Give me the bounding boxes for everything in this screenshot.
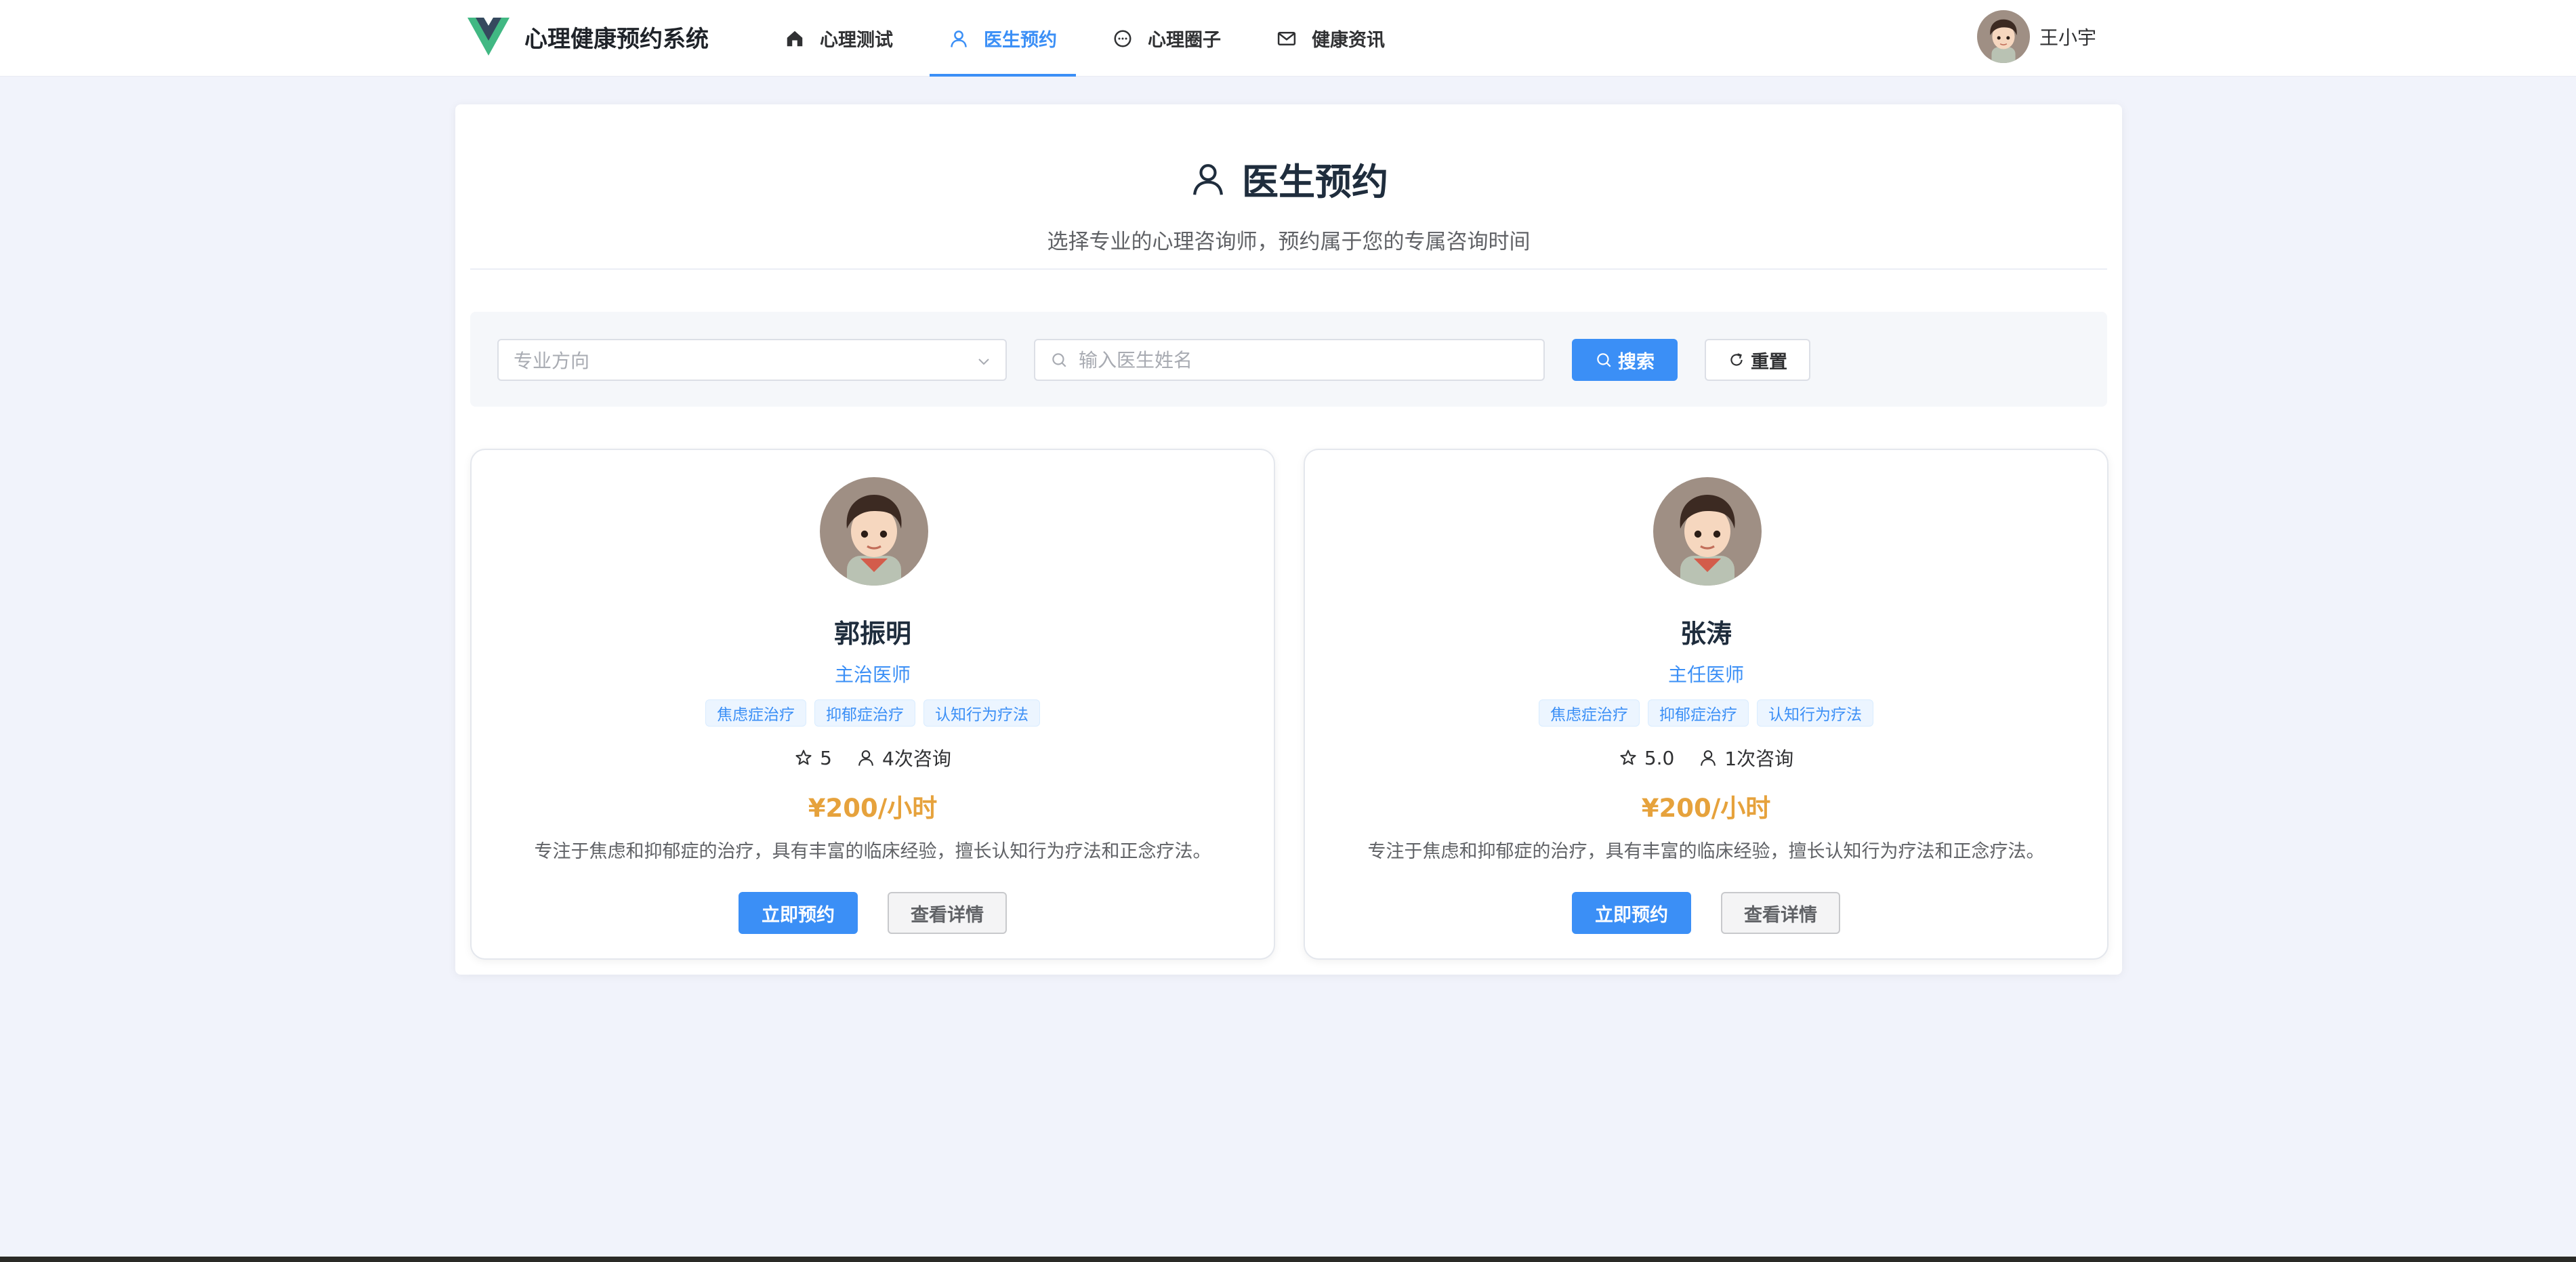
doctor-title: 主治医师 [834, 664, 911, 686]
rating-value: 5 [820, 746, 832, 769]
card-actions: 立即预约 查看详情 [1305, 892, 2107, 934]
doctor-description: 专注于焦虑和抑郁症的治疗，具有丰富的临床经验，擅长认知行为疗法和正念疗法。 [534, 841, 1211, 862]
user-icon [1701, 750, 1716, 766]
doctor-price: ¥200/小时 [808, 794, 938, 823]
view-details-button[interactable]: 查看详情 [1721, 892, 1840, 934]
doctor-name: 郭振明 [833, 619, 911, 649]
specialty-tags: 焦虑症治疗 抑郁症治疗 认知行为疗法 [472, 699, 1274, 727]
specialty-tag: 抑郁症治疗 [1648, 699, 1749, 727]
doctor-name: 张涛 [1680, 619, 1732, 649]
specialty-tags: 焦虑症治疗 抑郁症治疗 认知行为疗法 [1305, 699, 2107, 727]
doctor-avatar [1653, 477, 1762, 586]
nav-item-community[interactable]: 心理圈子 [1094, 0, 1240, 77]
user-name: 王小宇 [2039, 26, 2097, 49]
search-button-label: 搜索 [1618, 351, 1655, 373]
page-subtitle: 选择专业的心理咨询师，预约属于您的专属咨询时间 [1047, 230, 1531, 254]
app-title: 心理健康预约系统 [524, 25, 709, 53]
doctor-stats: 5 4次咨询 [472, 744, 1274, 771]
rating: 5 [794, 747, 832, 769]
search-input[interactable] [1079, 348, 1512, 371]
specialty-tag: 焦虑症治疗 [705, 699, 806, 727]
brand[interactable]: 心理健康预约系统 [468, 16, 709, 57]
star-icon [795, 750, 812, 765]
reset-button-label: 重置 [1751, 351, 1787, 373]
chat-icon [1114, 30, 1131, 47]
doctor-booking-panel: 医生预约 选择专业的心理咨询师，预约属于您的专属咨询时间 专业方向 搜索 重置 [455, 104, 2122, 975]
chevron-down-icon [978, 359, 989, 365]
divider [470, 268, 2107, 270]
search-icon [1052, 353, 1066, 367]
doctor-card: 张涛 主任医师 焦虑症治疗 抑郁症治疗 认知行为疗法 5.0 1次咨询 ¥200… [1304, 449, 2108, 960]
top-navbar: 心理健康预约系统 心理测试 医生预约 心理圈子 健康资讯 王小宇 [0, 0, 2576, 77]
user-menu[interactable]: 王小宇 [1977, 9, 2096, 64]
page-title: 医生预约 [1242, 161, 1388, 203]
book-now-button[interactable]: 立即预约 [1572, 892, 1691, 934]
specialty-tag: 焦虑症治疗 [1539, 699, 1640, 727]
doctor-card: 郭振明 主治医师 焦虑症治疗 抑郁症治疗 认知行为疗法 5 4次咨询 ¥200/… [470, 449, 1275, 960]
vue-logo-icon [468, 18, 510, 56]
doctor-title: 主任医师 [1667, 664, 1744, 686]
nav-item-label: 心理圈子 [1148, 30, 1221, 51]
view-details-button[interactable]: 查看详情 [888, 892, 1007, 934]
consult-count: 1次咨询 [1699, 744, 1793, 771]
search-button[interactable]: 搜索 [1572, 339, 1678, 381]
doctor-price: ¥200/小时 [1641, 794, 1771, 823]
specialty-tag: 认知行为疗法 [1757, 699, 1873, 727]
nav-item-doctor-booking[interactable]: 医生预约 [930, 0, 1076, 77]
search-icon [1597, 353, 1611, 367]
nav-item-health-news[interactable]: 健康资讯 [1258, 0, 1404, 77]
specialty-tag: 抑郁症治疗 [814, 699, 915, 727]
doctor-description: 专注于焦虑和抑郁症的治疗，具有丰富的临床经验，擅长认知行为疗法和正念疗法。 [1367, 841, 2045, 862]
avatar[interactable] [1977, 10, 2030, 63]
user-icon [858, 750, 873, 766]
home-icon [787, 30, 803, 46]
consult-count-value: 1次咨询 [1724, 748, 1794, 770]
rating: 5.0 [1619, 746, 1675, 769]
main-nav: 心理测试 医生预约 心理圈子 健康资讯 [766, 0, 1421, 77]
star-icon [1620, 750, 1636, 765]
doctor-stats: 5.0 1次咨询 [1305, 744, 2107, 771]
nav-item-label: 健康资讯 [1312, 30, 1385, 51]
nav-item-label: 心理测试 [820, 30, 893, 51]
specialty-select[interactable]: 专业方向 [497, 339, 1007, 381]
specialty-tag: 认知行为疗法 [923, 699, 1040, 727]
card-actions: 立即预约 查看详情 [472, 892, 1274, 934]
book-now-button[interactable]: 立即预约 [739, 892, 858, 934]
user-icon [951, 30, 967, 47]
doctor-avatar [820, 477, 928, 586]
reset-button[interactable]: 重置 [1705, 339, 1810, 381]
user-icon [1193, 163, 1223, 195]
consult-count-value: 4次咨询 [882, 748, 951, 770]
mail-icon [1277, 31, 1296, 45]
nav-item-label: 医生预约 [984, 30, 1057, 51]
screen-bottom-edge [0, 1257, 2576, 1262]
consult-count: 4次咨询 [856, 744, 951, 771]
rating-value: 5.0 [1644, 746, 1675, 769]
specialty-placeholder: 专业方向 [514, 350, 590, 372]
refresh-icon [1730, 353, 1743, 366]
nav-item-psych-test[interactable]: 心理测试 [766, 0, 912, 77]
page-header: 医生预约 选择专业的心理咨询师，预约属于您的专属咨询时间 [455, 152, 2122, 255]
doctor-name-search[interactable] [1034, 339, 1545, 381]
filter-bar: 专业方向 搜索 重置 [470, 312, 2107, 407]
